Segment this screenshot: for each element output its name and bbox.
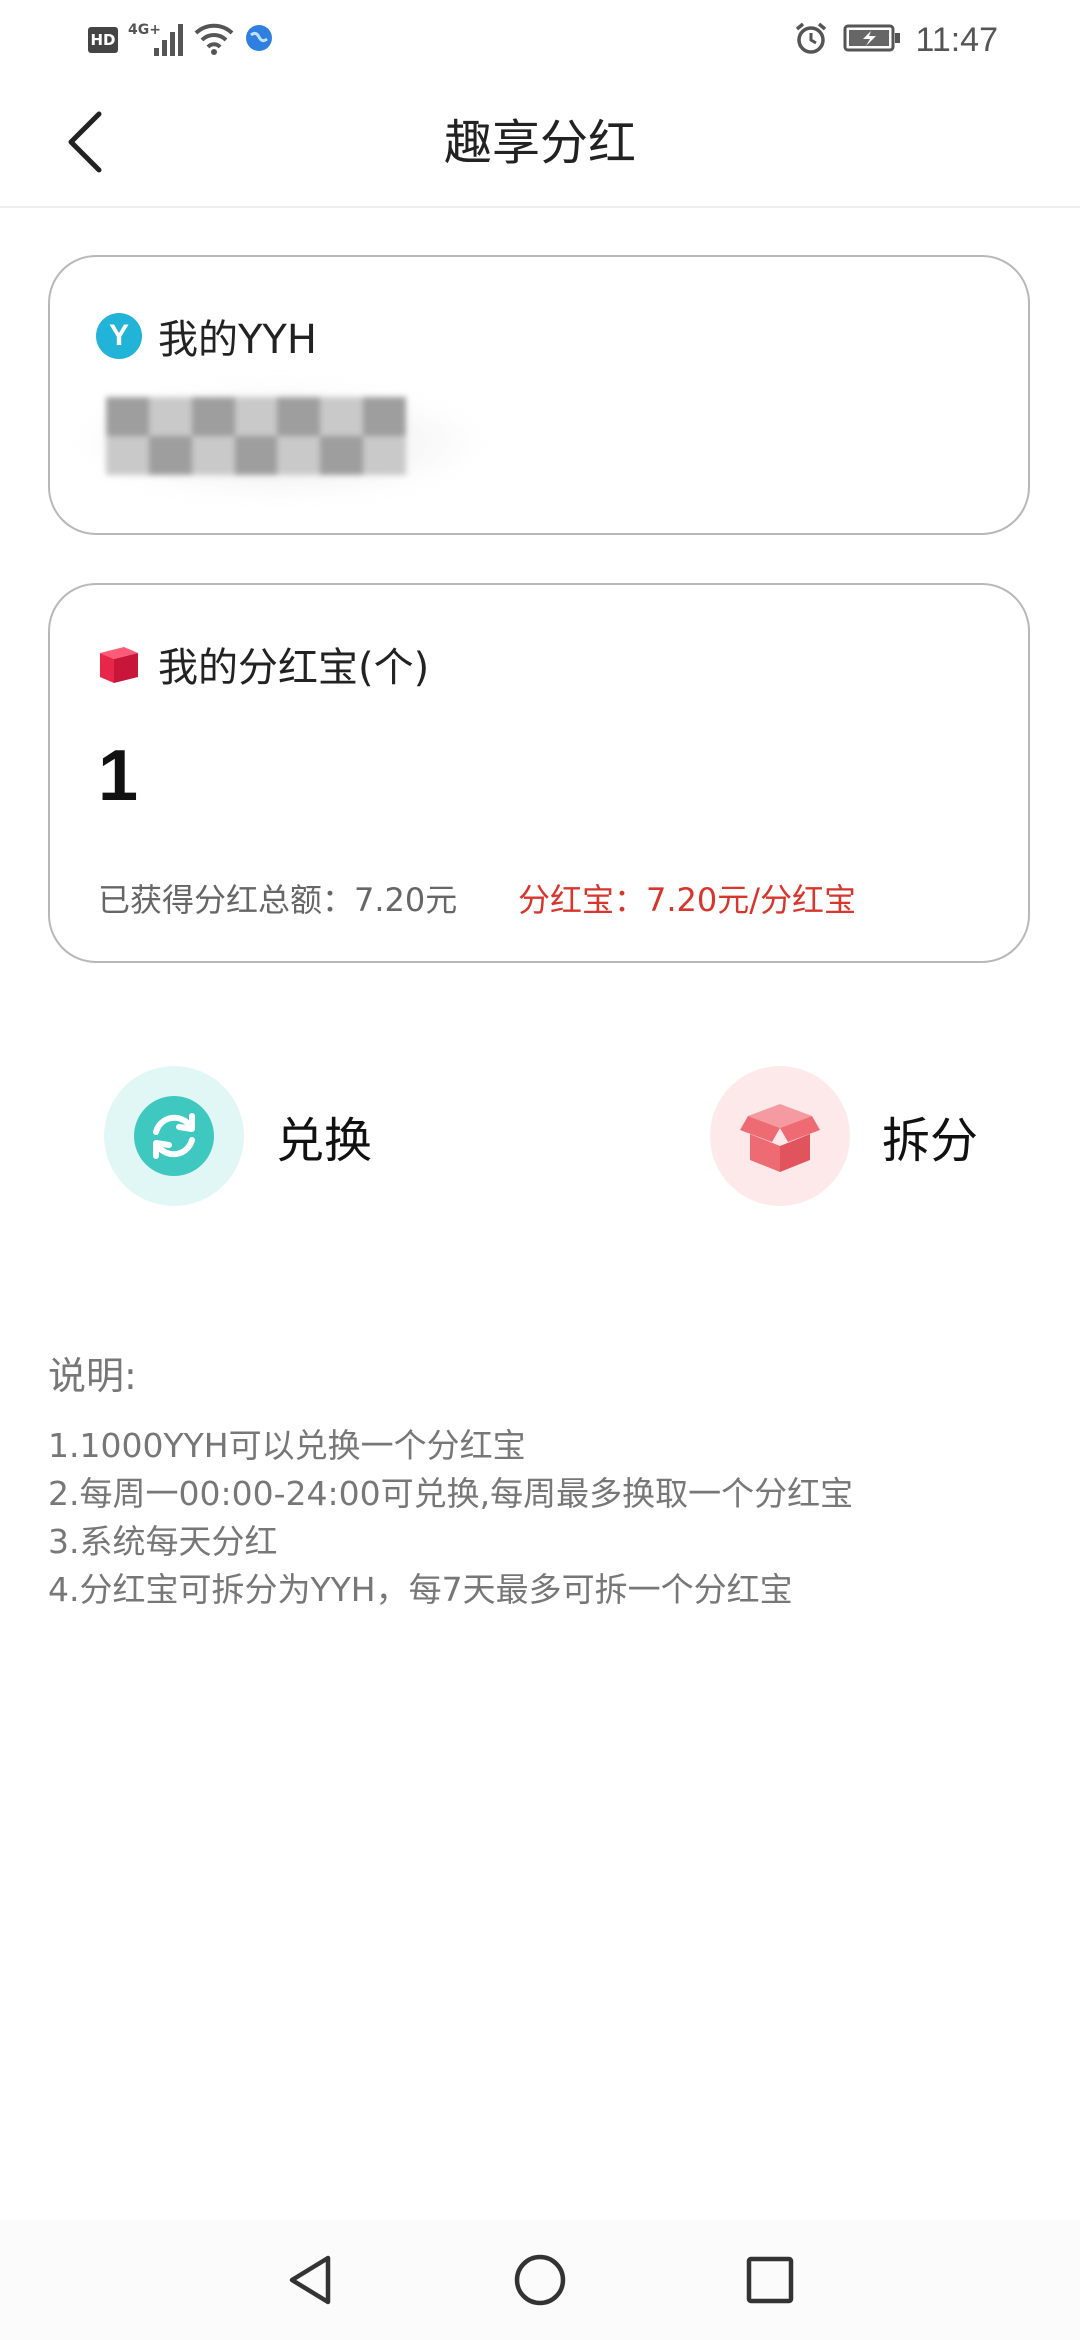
status-time: 11:47: [915, 20, 998, 59]
dividend-rate-text: 分红宝：7.20元/分红宝: [518, 881, 857, 919]
exchange-button[interactable]: 兑换: [104, 1066, 372, 1206]
wifi-icon: [194, 21, 234, 59]
exchange-icon-circle: [104, 1066, 244, 1206]
alarm-icon: [793, 20, 829, 60]
status-left: HD 4G+: [88, 20, 274, 60]
system-nav-bar: [0, 2220, 1080, 2340]
nav-recent-icon: [746, 2256, 794, 2304]
instructions-section: 说明: 1.1000YYH可以兑换一个分红宝 2.每周一00:00-24:00可…: [48, 1345, 1048, 1614]
signal-icon: 4G+: [128, 20, 184, 60]
instruction-line: 2.每周一00:00-24:00可兑换,每周最多换取一个分红宝: [48, 1474, 854, 1513]
total-earned-text: 已获得分红总额：7.20元: [98, 881, 458, 919]
dividend-box-card: 我的分红宝(个) 1 已获得分红总额：7.20元 分红宝：7.20元/分红宝: [48, 583, 1030, 963]
nav-back-icon: [289, 2255, 331, 2305]
yyh-balance-redacted: [106, 397, 406, 475]
open-box-icon: [740, 1104, 820, 1172]
instruction-line: 3.系统每天分红: [48, 1522, 278, 1561]
exchange-icon: [134, 1096, 214, 1176]
back-icon: [68, 111, 102, 173]
yyh-card-header: Y 我的YYH: [96, 307, 317, 365]
red-box-icon: [100, 647, 138, 683]
nav-home-icon: [514, 2254, 566, 2306]
split-icon-circle: [710, 1066, 850, 1206]
nav-recent-button[interactable]: [730, 2240, 810, 2320]
dividend-box-footer: 已获得分红总额：7.20元 分红宝：7.20元/分红宝: [98, 875, 856, 921]
dividend-box-count: 1: [98, 736, 139, 816]
back-button[interactable]: [40, 102, 130, 182]
yyh-card: Y 我的YYH: [48, 255, 1030, 535]
nav-back-button[interactable]: [270, 2240, 350, 2320]
yyh-label: 我的YYH: [158, 317, 317, 363]
split-label: 拆分: [882, 1113, 979, 1169]
dividend-box-label: 我的分红宝(个): [158, 645, 430, 691]
instruction-line: 1.1000YYH可以兑换一个分红宝: [48, 1426, 526, 1465]
page-title: 趣享分红: [443, 115, 636, 171]
split-button[interactable]: 拆分: [710, 1066, 978, 1206]
network-type-label: 4G+: [128, 22, 161, 38]
battery-icon: [843, 23, 901, 57]
app-header: 趣享分红: [0, 80, 1080, 208]
exchange-label: 兑换: [276, 1113, 373, 1169]
instructions-title: 说明:: [48, 1354, 137, 1398]
hd-icon: HD: [88, 27, 118, 53]
status-right: 11:47: [793, 18, 998, 62]
yyh-icon: Y: [96, 313, 142, 359]
browser-icon: [244, 23, 274, 57]
status-bar: HD 4G+ 11:47: [0, 0, 1080, 80]
instruction-line: 4.分红宝可拆分为YYH，每7天最多可拆一个分红宝: [48, 1570, 793, 1609]
dividend-box-card-header: 我的分红宝(个): [96, 635, 429, 693]
nav-home-button[interactable]: [500, 2240, 580, 2320]
